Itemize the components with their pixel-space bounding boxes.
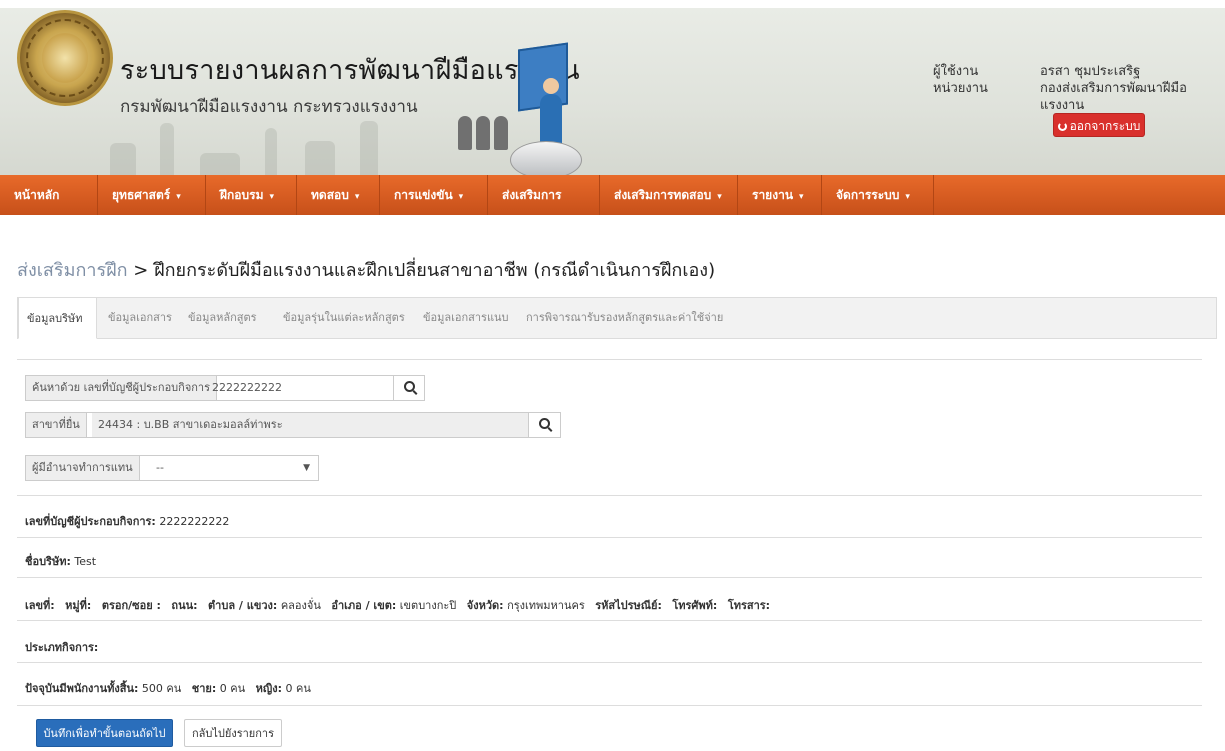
search-button[interactable] bbox=[393, 376, 424, 400]
nav-item-reports[interactable]: รายงาน ▾ bbox=[738, 175, 822, 215]
divider bbox=[17, 577, 1202, 578]
unit-label: หน่วยงาน bbox=[933, 81, 988, 96]
divider bbox=[17, 359, 1202, 360]
nav-item-testing-promotion[interactable]: ส่งเสริมการทดสอบ ▾ bbox=[600, 175, 738, 215]
chevron-down-icon: ▾ bbox=[354, 192, 360, 202]
nav-item-competition[interactable]: การแข่งขัน ▾ bbox=[380, 175, 488, 215]
back-to-list-button[interactable]: กลับไปยังรายการ bbox=[184, 719, 282, 747]
background-decoration bbox=[90, 113, 510, 175]
employees-row: ปัจจุบันมีพนักงานทั้งสิ้น: 500 คน ชาย: 0… bbox=[25, 679, 311, 697]
branch-search-button[interactable] bbox=[528, 413, 560, 437]
logout-label: ออกจากระบบ bbox=[1069, 119, 1141, 133]
chevron-down-icon: ▾ bbox=[176, 192, 181, 202]
authority-label: ผู้มีอำนาจทำการแทน bbox=[26, 456, 140, 480]
nav-item-home[interactable]: หน้าหลัก bbox=[0, 175, 98, 215]
moo-label: หมู่ที่: bbox=[65, 599, 92, 612]
account-number-label: เลขที่บัญชีผู้ประกอบกิจการ: bbox=[25, 515, 156, 528]
authority-selected-value: -- bbox=[156, 461, 164, 474]
nav-item-training-promotion[interactable]: ส่งเสริมการฝึก ▾ bbox=[488, 175, 600, 242]
road-label: ถนน: bbox=[171, 599, 198, 612]
divider bbox=[17, 705, 1202, 706]
company-name-value: Test bbox=[74, 555, 97, 568]
user-name: อรสา ชุมประเสริฐ bbox=[1040, 64, 1141, 79]
district-label: อำเภอ / เขต: bbox=[331, 599, 397, 612]
phone-label: โทรศัพท์: bbox=[672, 599, 718, 612]
breadcrumb-separator: > bbox=[127, 260, 155, 281]
female-value: 0 คน bbox=[285, 682, 311, 695]
save-next-button[interactable]: บันทึกเพื่อทำขั้นตอนถัดไป bbox=[36, 719, 173, 747]
search-account-input[interactable]: 2222222222 bbox=[206, 376, 288, 400]
app-subtitle: กรมพัฒนาฝีมือแรงงาน กระทรวงแรงงาน bbox=[120, 97, 418, 117]
user-labels: ผู้ใช้งาน หน่วยงาน bbox=[933, 63, 988, 97]
user-label: ผู้ใช้งาน bbox=[933, 64, 979, 79]
address-row: เลขที่: หมู่ที่: ตรอก/ซอย : ถนน: ตำบล / … bbox=[25, 596, 770, 614]
divider bbox=[17, 495, 1202, 496]
main-nav: หน้าหลัก ยุทธศาสตร์ ▾ ฝึกอบรม ▾ ทดสอบ ▾ การ… bbox=[0, 175, 1225, 242]
tab-course-approval[interactable]: การพิจารณารับรองหลักสูตรและค่าใช้จ่าย bbox=[526, 297, 723, 339]
chevron-down-icon: ▾ bbox=[522, 232, 527, 242]
tab-documents[interactable]: ข้อมูลเอกสาร bbox=[108, 297, 172, 339]
female-label: หญิง: bbox=[255, 682, 283, 695]
search-account-label: ค้นหาด้วย เลขที่บัญชีผู้ประกอบกิจการ bbox=[26, 376, 218, 400]
divider bbox=[17, 662, 1202, 663]
tab-attachments[interactable]: ข้อมูลเอกสารแนบ bbox=[423, 297, 509, 339]
account-number-value: 2222222222 bbox=[159, 515, 230, 528]
employees-label: ปัจจุบันมีพนักงานทั้งสิ้น: bbox=[25, 682, 139, 695]
page-heading: ฝึกยกระดับฝีมือแรงงานและฝึกเปลี่ยนสาขาอา… bbox=[154, 260, 716, 281]
business-type-label: ประเภทกิจการ: bbox=[25, 641, 99, 654]
search-icon bbox=[539, 418, 550, 429]
business-type-row: ประเภทกิจการ: bbox=[25, 638, 98, 656]
province-value: กรุงเทพมหานคร bbox=[507, 599, 585, 612]
tab-company-info[interactable]: ข้อมูลบริษัท bbox=[18, 297, 97, 339]
search-account-group: ค้นหาด้วย เลขที่บัญชีผู้ประกอบกิจการ 222… bbox=[25, 375, 425, 401]
authority-select[interactable]: -- ▼ bbox=[150, 456, 318, 480]
male-value: 0 คน bbox=[219, 682, 246, 695]
soi-label: ตรอก/ซอย : bbox=[101, 599, 161, 612]
chevron-down-icon: ▾ bbox=[458, 192, 464, 202]
tab-courses[interactable]: ข้อมูลหลักสูตร bbox=[188, 297, 257, 339]
branch-label: สาขาที่ยื่น bbox=[26, 413, 87, 437]
page-title: ส่งเสริมการฝึก > ฝึกยกระดับฝีมือแรงงานแล… bbox=[17, 255, 715, 284]
user-values: อรสา ชุมประเสริฐ กองส่งเสริมการพัฒนาฝีมื… bbox=[1040, 63, 1225, 114]
authority-group: ผู้มีอำนาจทำการแทน -- ▼ bbox=[25, 455, 319, 481]
unit-name: กองส่งเสริมการพัฒนาฝีมือแรงงาน bbox=[1040, 81, 1187, 113]
postcode-label: รหัสไปรษณีย์: bbox=[595, 599, 662, 612]
dropdown-arrow-icon: ▼ bbox=[303, 463, 310, 473]
app-header: ระบบรายงานผลการพัฒนาฝีมือแรงงาน กรมพัฒนา… bbox=[0, 0, 1225, 175]
company-name-row: ชื่อบริษัท: Test bbox=[25, 552, 96, 570]
department-logo bbox=[17, 10, 113, 106]
nav-item-training[interactable]: ฝึกอบรม ▾ bbox=[206, 175, 297, 215]
employees-value: 500 คน bbox=[141, 682, 182, 695]
search-icon bbox=[403, 381, 415, 392]
nav-item-system-admin[interactable]: จัดการระบบ ▾ bbox=[822, 175, 934, 215]
chevron-down-icon: ▾ bbox=[269, 192, 275, 202]
nav-item-strategy[interactable]: ยุทธศาสตร์ ▾ bbox=[98, 175, 206, 215]
house-no-label: เลขที่: bbox=[25, 599, 55, 612]
logout-button[interactable]: ออกจากระบบ bbox=[1053, 113, 1145, 137]
chevron-down-icon: ▾ bbox=[799, 192, 804, 202]
branch-group: สาขาที่ยื่น 24434 : บ.BB สาขาเดอะมอลล์ท่… bbox=[25, 412, 561, 438]
account-number-row: เลขที่บัญชีผู้ประกอบกิจการ: 2222222222 bbox=[25, 512, 229, 530]
power-icon bbox=[1057, 122, 1067, 131]
province-label: จังหวัด: bbox=[466, 599, 504, 612]
subdistrict-label: ตำบล / แขวง: bbox=[208, 599, 278, 612]
chevron-down-icon: ▾ bbox=[905, 192, 910, 202]
company-name-label: ชื่อบริษัท: bbox=[25, 555, 71, 568]
fax-label: โทรสาร: bbox=[727, 599, 771, 612]
presentation-illustration bbox=[450, 42, 582, 175]
male-label: ชาย: bbox=[191, 682, 217, 695]
divider bbox=[17, 620, 1202, 621]
breadcrumb[interactable]: ส่งเสริมการฝึก bbox=[17, 260, 128, 281]
subdistrict-value: คลองจั่น bbox=[280, 599, 321, 612]
tab-course-batches[interactable]: ข้อมูลรุ่นในแต่ละหลักสูตร bbox=[283, 297, 405, 339]
branch-input[interactable]: 24434 : บ.BB สาขาเดอะมอลล์ท่าพระ bbox=[92, 413, 528, 437]
district-value: เขตบางกะปิ bbox=[399, 599, 457, 612]
nav-item-testing[interactable]: ทดสอบ ▾ bbox=[297, 175, 380, 215]
chevron-down-icon: ▾ bbox=[717, 192, 722, 202]
divider bbox=[17, 537, 1202, 538]
tab-bar: ข้อมูลบริษัท ข้อมูลเอกสาร ข้อมูลหลักสูตร… bbox=[17, 297, 1217, 339]
